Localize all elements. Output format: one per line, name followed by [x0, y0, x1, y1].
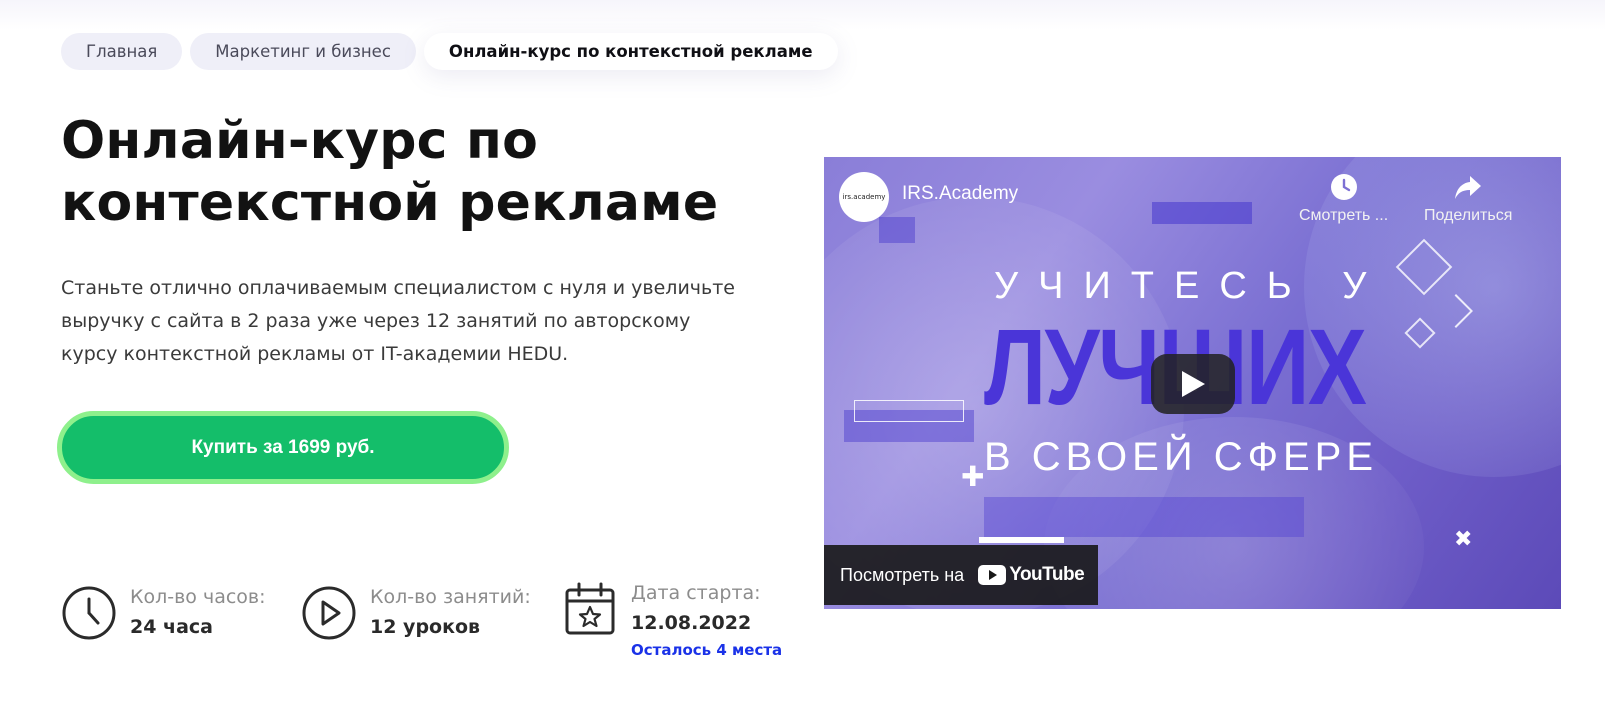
decor-rect: [879, 217, 915, 243]
stat-lessons-label: Кол-во занятий:: [370, 586, 531, 608]
play-circle-icon: [302, 586, 356, 640]
watch-later-label: Смотреть ...: [1299, 207, 1389, 224]
channel-name[interactable]: IRS.Academy: [902, 183, 1018, 205]
clock-icon: [1330, 174, 1357, 200]
play-button[interactable]: [1151, 354, 1235, 414]
stat-hours-value: 24 часа: [130, 616, 214, 638]
video-headline-line1: УЧИТЕСЬ У: [994, 265, 1387, 307]
youtube-play-icon: [978, 565, 1007, 585]
breadcrumb-current: Онлайн-курс по контекстной рекламе: [423, 33, 838, 70]
breadcrumb-category[interactable]: Маркетинг и бизнес: [190, 33, 416, 70]
decor-bar: [979, 537, 1064, 543]
clock-icon: [62, 586, 116, 640]
youtube-wordmark: YouTube: [1009, 564, 1085, 585]
decor-rect: [1152, 202, 1252, 224]
breadcrumb: Главная Маркетинг и бизнес Онлайн-курс п…: [61, 33, 838, 70]
watch-on-youtube-button[interactable]: Посмотреть на YouTube: [824, 545, 1098, 605]
decor-cross-icon: ✖: [1454, 527, 1473, 552]
youtube-logo: YouTube: [978, 564, 1085, 586]
seats-left-note: Осталось 4 места: [631, 641, 783, 659]
stat-start-label: Дата старта:: [631, 582, 761, 604]
course-description: Станьте отлично оплачиваемым специалисто…: [61, 277, 735, 365]
share-button[interactable]: Поделиться: [1424, 173, 1512, 225]
watch-later-button[interactable]: Смотреть ...: [1299, 173, 1388, 225]
stat-hours: Кол-во часов: 24 часа: [61, 585, 266, 641]
video-headline-line3: В СВОЕЙ СФЕРЕ: [984, 435, 1379, 479]
share-arrow-icon: [1455, 176, 1482, 199]
watch-on-label: Посмотреть на: [840, 564, 965, 585]
stat-lessons: Кол-во занятий: 12 уроков: [301, 585, 531, 641]
breadcrumb-home[interactable]: Главная: [61, 33, 183, 70]
play-icon: [1182, 371, 1205, 397]
stat-hours-label: Кол-во часов:: [130, 586, 266, 608]
page-title: Онлайн-курс по контекстной рекламе: [61, 111, 719, 233]
video-player[interactable]: ✖ ✚ УЧИТЕСЬ У ЛУЧШИХ В СВОЕЙ СФЕРЕ irs.a…: [824, 157, 1561, 609]
calendar-star-icon: [565, 582, 615, 635]
stat-start-date: Дата старта: 12.08.2022 Осталось 4 места: [562, 581, 782, 659]
stat-start-value: 12.08.2022: [631, 612, 752, 634]
top-gradient: [0, 0, 1605, 30]
decor-outline: [854, 400, 964, 422]
decor-rect: [984, 497, 1304, 537]
stat-lessons-value: 12 уроков: [370, 616, 481, 638]
buy-button[interactable]: Купить за 1699 руб.: [57, 411, 509, 484]
decor-plus-icon: ✚: [961, 460, 985, 493]
share-label: Поделиться: [1424, 207, 1513, 224]
channel-avatar[interactable]: irs.academy: [839, 172, 889, 222]
